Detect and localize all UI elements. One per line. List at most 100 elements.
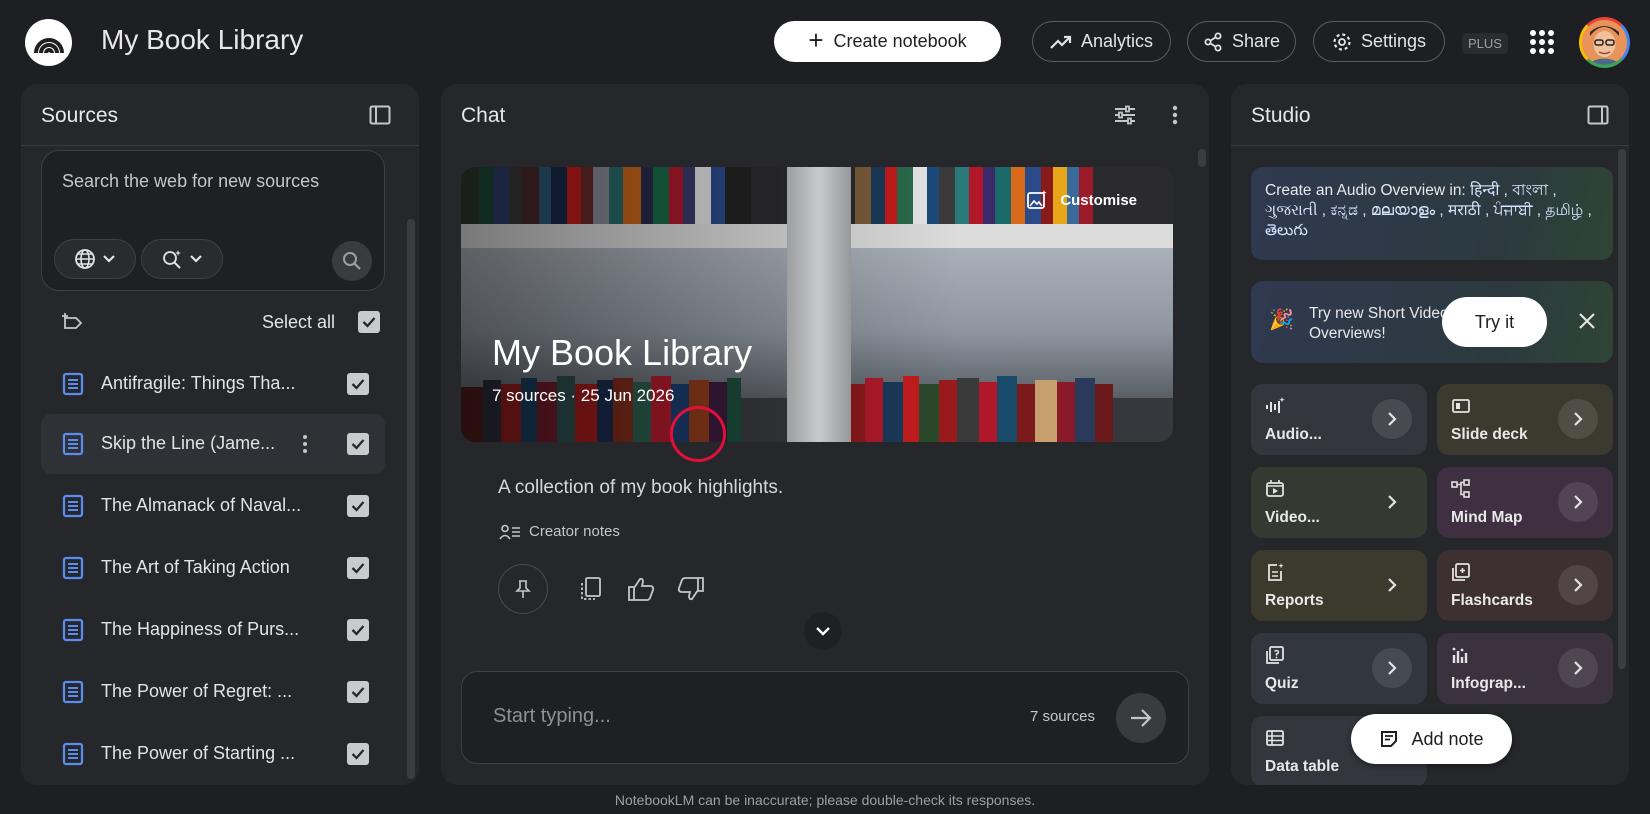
audio-overview-prefix: Create an Audio Overview in: [1265,182,1466,199]
chat-input-box[interactable]: Start typing... 7 sources [461,671,1189,764]
source-item[interactable]: The Happiness of Purs... [41,600,385,660]
document-icon [62,372,84,396]
sources-title: Sources [41,104,119,127]
search-input[interactable]: Search the web for new sources [62,171,319,192]
notebook-title[interactable]: My Book Library [101,24,303,56]
chevron-right-icon[interactable] [1372,648,1412,688]
sources-panel: Sources Search the web for new sources S… [21,84,419,785]
chevron-right-icon[interactable] [1558,399,1598,439]
studio-tile-quiz[interactable]: Quiz [1251,633,1427,704]
studio-tile-mind-map[interactable]: Mind Map [1437,467,1613,538]
customise-button[interactable]: Customise [1026,189,1137,211]
check-icon [362,317,376,328]
customise-label: Customise [1060,191,1137,209]
studio-scrollbar[interactable] [1618,149,1626,669]
chevron-right-icon[interactable] [1372,482,1412,522]
web-source-search[interactable]: Search the web for new sources [41,150,385,291]
globe-icon [75,249,95,269]
avatar[interactable] [1579,17,1630,68]
chat-header: Chat [441,84,1209,146]
more-vert-icon[interactable] [1162,102,1188,128]
check-icon [351,749,365,760]
chevron-right-icon[interactable] [1558,648,1598,688]
creator-notes-label: Creator notes [529,523,620,540]
send-button[interactable] [1116,693,1166,743]
slides-icon [1452,399,1470,413]
check-icon [351,379,365,390]
chevron-right-icon[interactable] [1372,399,1412,439]
source-checkbox[interactable] [347,433,369,455]
source-label: The Almanack of Naval... [101,495,302,515]
chevron-down-icon [103,255,115,263]
video-icon [1266,480,1284,497]
document-icon [62,680,84,704]
creator-notes-button[interactable]: Creator notes [499,523,620,540]
chevron-right-icon[interactable] [1372,565,1412,605]
source-checkbox[interactable] [347,557,369,579]
sources-header: Sources [21,84,419,146]
search-submit-button[interactable] [332,241,372,281]
tile-label: Infograp... [1451,675,1526,692]
chat-input[interactable]: Start typing... [493,705,611,728]
source-checkbox[interactable] [347,619,369,641]
try-it-button[interactable]: Try it [1442,297,1547,347]
plan-badge: PLUS [1462,33,1508,54]
chevron-down-icon [816,627,830,636]
collapse-panel-icon[interactable] [367,102,393,128]
source-checkbox[interactable] [347,373,369,395]
collapse-panel-icon[interactable] [1585,102,1611,128]
audio-overview-language-card[interactable]: Create an Audio Overview in: हिन्दी , বা… [1251,167,1613,260]
select-all-checkbox[interactable] [358,311,380,333]
source-item[interactable]: The Almanack of Naval... [41,476,385,536]
thumbs-up-button[interactable] [616,564,666,614]
source-item[interactable]: The Art of Taking Action [41,538,385,598]
research-mode-dropdown[interactable] [141,239,223,279]
search-icon [343,252,361,270]
source-label: Antifragile: Things Tha... [101,373,296,393]
create-notebook-button[interactable]: + Create notebook [774,21,1001,62]
copy-button[interactable] [566,564,616,614]
settings-button[interactable]: Settings [1313,21,1445,62]
apps-grid-icon[interactable] [1530,30,1554,54]
source-item[interactable]: Skip the Line (Jame... [41,414,385,474]
source-item[interactable]: Antifragile: Things Tha... [41,354,385,414]
mind-map-icon [1451,479,1470,498]
scroll-down-button[interactable] [804,612,842,650]
source-item[interactable]: The Power of Starting ... [41,724,385,784]
share-icon [1204,32,1222,51]
table-icon [1266,730,1284,746]
add-source-label-icon[interactable] [61,312,83,332]
close-icon[interactable] [1573,307,1601,335]
pin-button[interactable] [498,564,548,614]
source-item[interactable]: The Power of Regret: ... [41,662,385,722]
create-notebook-label: Create notebook [833,31,967,51]
chat-scrollbar[interactable] [1198,149,1206,167]
hero-notebook-title: My Book Library [492,332,753,373]
studio-tile-video[interactable]: Video... [1251,467,1427,538]
studio-panel: Studio Create an Audio Overview in: हिन्… [1231,84,1629,785]
share-button[interactable]: Share [1187,21,1296,62]
analytics-button[interactable]: Analytics [1032,21,1171,62]
more-options-icon[interactable] [299,431,311,457]
thumbs-down-button[interactable] [666,564,716,614]
studio-tile-flashcards[interactable]: Flashcards [1437,550,1613,621]
studio-tile-audio[interactable]: Audio... [1251,384,1427,455]
source-label: The Power of Starting ... [101,743,296,763]
notebooklm-logo-icon[interactable] [25,19,72,66]
chevron-right-icon[interactable] [1558,482,1598,522]
studio-tile-infographic[interactable]: Infograp... [1437,633,1613,704]
arrow-right-icon [1131,709,1152,727]
chevron-right-icon[interactable] [1558,565,1598,605]
source-checkbox[interactable] [347,495,369,517]
sources-scrollbar[interactable] [407,219,415,779]
tile-label: Data table [1265,758,1340,775]
reports-icon [1268,563,1284,581]
check-icon [351,625,365,636]
add-note-button[interactable]: Add note [1351,714,1512,764]
studio-tile-slides[interactable]: Slide deck [1437,384,1613,455]
studio-tile-reports[interactable]: Reports [1251,550,1427,621]
source-checkbox[interactable] [347,681,369,703]
web-source-dropdown[interactable] [54,239,136,279]
tune-settings-icon[interactable] [1112,102,1138,128]
source-checkbox[interactable] [347,743,369,765]
